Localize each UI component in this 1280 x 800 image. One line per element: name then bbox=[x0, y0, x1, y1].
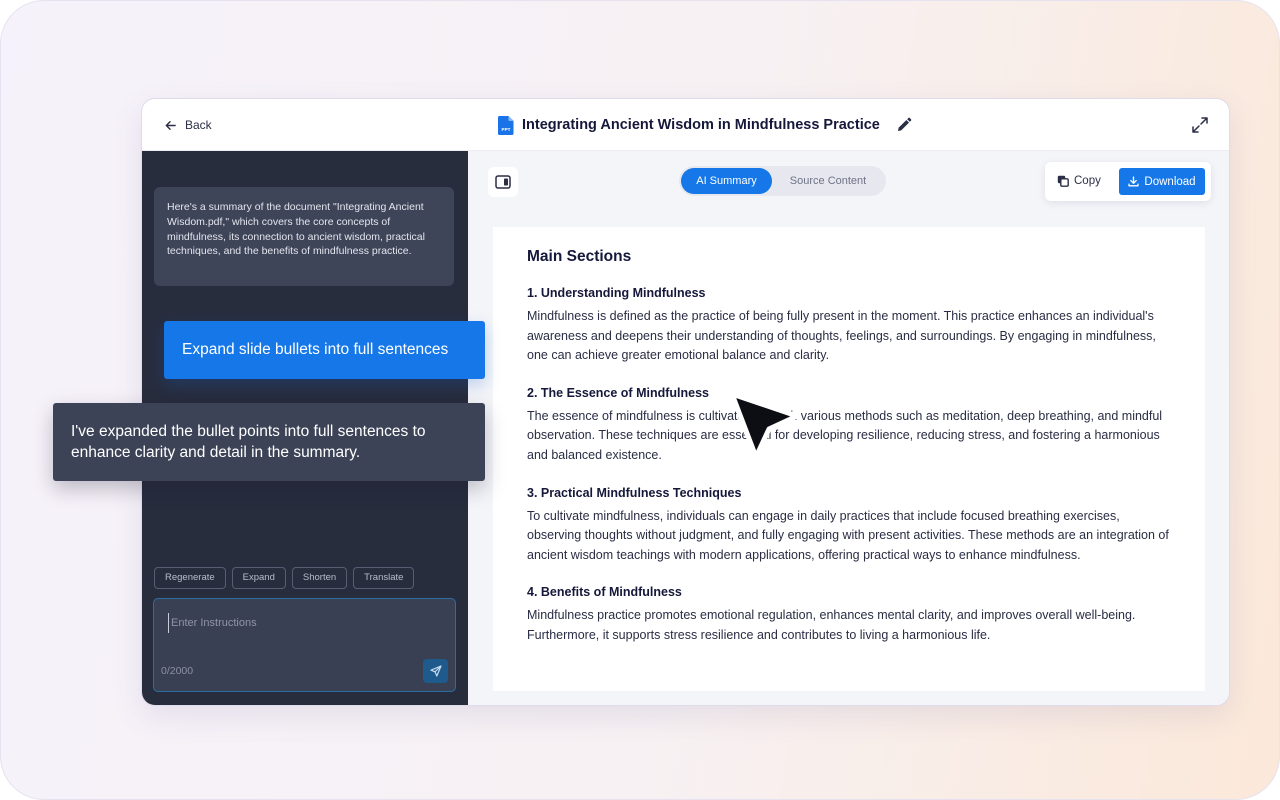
tab-ai-summary[interactable]: AI Summary bbox=[681, 168, 772, 194]
tab-source-content[interactable]: Source Content bbox=[772, 168, 884, 194]
view-tabs: AI Summary Source Content bbox=[679, 166, 886, 196]
main-sections-heading: Main Sections bbox=[527, 248, 632, 265]
ai-summary-message: Here's a summary of the document "Integr… bbox=[154, 187, 454, 286]
summary-section: 3. Practical Mindfulness Techniques To c… bbox=[527, 486, 1171, 566]
ai-reply-bubble: I've expanded the bullet points into ful… bbox=[53, 403, 485, 481]
mouse-pointer-icon bbox=[729, 391, 800, 460]
quick-action-chips: Regenerate Expand Shorten Translate bbox=[154, 567, 415, 589]
panel-toggle-icon bbox=[495, 175, 511, 189]
paper-plane-icon bbox=[429, 665, 442, 677]
send-button[interactable] bbox=[423, 659, 448, 683]
summary-section: 2. The Essence of Mindfulness The essenc… bbox=[527, 386, 1171, 466]
document-title-group: PPT Integrating Ancient Wisdom in Mindfu… bbox=[498, 114, 912, 136]
expand-arrows-icon[interactable] bbox=[1191, 116, 1209, 134]
copy-label: Copy bbox=[1074, 175, 1101, 187]
back-button[interactable]: Back bbox=[164, 116, 212, 134]
back-label: Back bbox=[185, 118, 212, 132]
arrow-left-icon bbox=[165, 120, 176, 130]
download-icon bbox=[1128, 176, 1140, 187]
document-title: Integrating Ancient Wisdom in Mindfulnes… bbox=[522, 117, 880, 133]
expand-chip[interactable]: Expand bbox=[231, 567, 286, 589]
user-message-bubble: Expand slide bullets into full sentences bbox=[164, 321, 485, 379]
instruction-input[interactable] bbox=[168, 613, 438, 633]
download-button[interactable]: Download bbox=[1119, 168, 1205, 195]
copy-icon bbox=[1057, 175, 1069, 187]
section-title: 2. The Essence of Mindfulness bbox=[527, 385, 709, 400]
summary-content: Main Sections 1. Understanding Mindfulne… bbox=[493, 227, 1205, 691]
ppt-badge-text: PPT bbox=[502, 127, 511, 132]
download-label: Download bbox=[1144, 175, 1196, 188]
action-button-group: Copy Download bbox=[1045, 162, 1211, 201]
character-count: 0/2000 bbox=[161, 665, 194, 677]
translate-chip[interactable]: Translate bbox=[353, 567, 415, 589]
section-title: 1. Understanding Mindfulness bbox=[527, 286, 706, 300]
section-title: 4. Benefits of Mindfulness bbox=[527, 585, 682, 600]
summary-panel: AI Summary Source Content Copy Download bbox=[468, 151, 1229, 705]
panel-toggle-button[interactable] bbox=[488, 167, 518, 197]
background-frame: Back PPT Integrating Ancient Wisdom in M… bbox=[0, 0, 1280, 800]
section-body: Mindfulness is defined as the practice o… bbox=[527, 309, 1156, 363]
regenerate-chip[interactable]: Regenerate bbox=[154, 567, 226, 589]
copy-button[interactable]: Copy bbox=[1057, 171, 1101, 191]
top-bar: Back PPT Integrating Ancient Wisdom in M… bbox=[142, 99, 1229, 151]
instruction-input-box: 0/2000 bbox=[153, 598, 456, 692]
ppt-file-icon: PPT bbox=[498, 115, 514, 135]
section-title: 3. Practical Mindfulness Techniques bbox=[527, 485, 742, 500]
pencil-icon[interactable] bbox=[896, 117, 912, 133]
summary-section: 4. Benefits of Mindfulness Mindfulness p… bbox=[527, 585, 1171, 645]
section-body: The essence of mindfulness is cultivated… bbox=[527, 408, 1163, 462]
section-body: To cultivate mindfulness, individuals ca… bbox=[527, 508, 1169, 562]
shorten-chip[interactable]: Shorten bbox=[291, 567, 348, 589]
app-window: Back PPT Integrating Ancient Wisdom in M… bbox=[141, 98, 1230, 706]
section-body: Mindfulness practice promotes emotional … bbox=[527, 608, 1136, 642]
summary-section: 1. Understanding Mindfulness Mindfulness… bbox=[527, 286, 1171, 366]
